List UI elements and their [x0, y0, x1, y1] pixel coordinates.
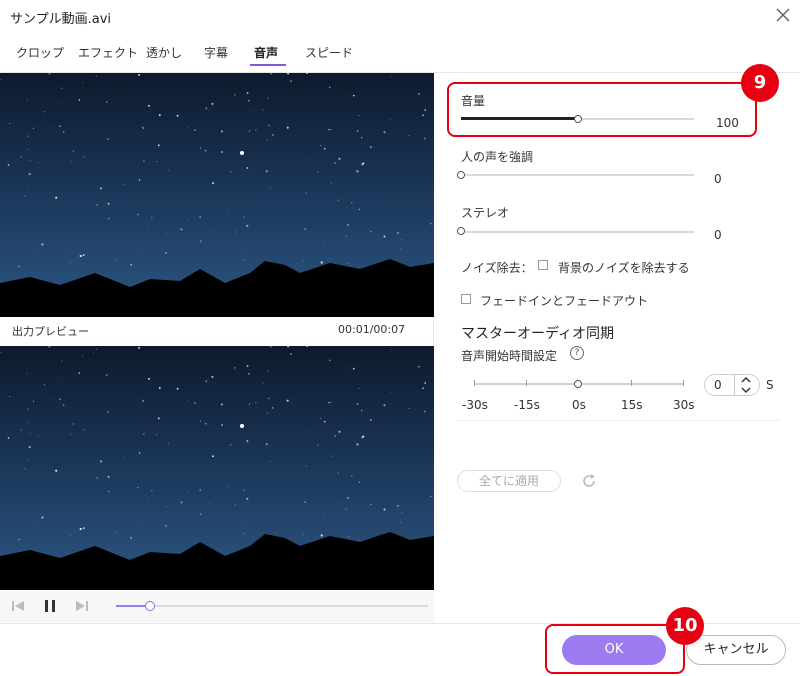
sync-tick [683, 380, 684, 386]
playback-bar [0, 592, 434, 622]
close-icon[interactable] [774, 6, 792, 24]
fade-label: フェードインとフェードアウト [480, 294, 649, 308]
sync-tick-label: 30s [673, 398, 695, 412]
offset-unit: S [766, 378, 774, 392]
timecode: 00:01/00:07 [338, 323, 406, 336]
playback-progress-track[interactable] [116, 605, 428, 607]
sync-tick-label: 15s [621, 398, 643, 412]
noise-removal-checkbox-label: 背景のノイズを除去する [558, 261, 690, 275]
voice-enhance-slider-track[interactable] [461, 174, 694, 176]
active-tab-indicator [250, 64, 286, 66]
original-preview [0, 73, 434, 317]
tab-crop[interactable]: クロップ [16, 44, 64, 61]
previous-frame-icon[interactable] [10, 598, 26, 614]
step-badge-9: 9 [741, 64, 779, 102]
tab-audio[interactable]: 音声 [254, 44, 278, 61]
window-title: サンプル動画.avi [10, 12, 112, 27]
sync-tick [631, 380, 632, 386]
voice-enhance-value: 0 [714, 172, 722, 186]
sync-slider-knob[interactable] [574, 380, 582, 388]
highlight-frame-volume [447, 82, 757, 137]
tab-speed[interactable]: スピード [305, 44, 353, 61]
next-frame-icon[interactable] [74, 598, 90, 614]
stereo-label: ステレオ [461, 206, 510, 220]
sync-tick [526, 380, 527, 386]
tab-watermark[interactable]: 透かし [146, 44, 182, 61]
noise-removal-label: ノイズ除去： [461, 261, 533, 275]
divider [457, 420, 779, 421]
fade-checkbox[interactable] [461, 294, 471, 304]
offset-value[interactable]: 0 [714, 378, 722, 392]
noise-removal-checkbox[interactable] [538, 260, 548, 270]
playback-progress-knob[interactable] [145, 601, 155, 611]
tab-effect[interactable]: エフェクト [78, 44, 138, 61]
highlight-frame-ok [545, 624, 685, 674]
sync-tick-label: 0s [572, 398, 586, 412]
output-preview [0, 346, 434, 590]
starry-night-image [0, 346, 434, 590]
sync-tick-label: -15s [514, 398, 540, 412]
voice-enhance-label: 人の声を強調 [461, 150, 534, 164]
divider [734, 374, 735, 396]
stereo-slider-knob[interactable] [457, 227, 465, 235]
apply-all-button[interactable]: 全てに適用 [457, 470, 561, 492]
chevron-up-icon[interactable] [740, 376, 752, 384]
reset-icon[interactable] [580, 472, 598, 490]
stereo-slider-track[interactable] [461, 231, 694, 233]
output-preview-label: 出力プレビュー [12, 325, 89, 338]
step-badge-10: 10 [666, 607, 704, 645]
pause-icon[interactable] [42, 598, 58, 614]
cancel-button[interactable]: キャンセル [686, 635, 786, 665]
master-sync-title: マスターオーディオ同期 [461, 326, 615, 342]
starry-night-image [0, 73, 434, 317]
chevron-down-icon[interactable] [740, 386, 752, 394]
voice-enhance-slider-knob[interactable] [457, 171, 465, 179]
master-sync-subtitle: 音声開始時間設定 [461, 349, 558, 363]
sync-tick [474, 380, 475, 386]
stereo-value: 0 [714, 228, 722, 242]
tab-subtitle[interactable]: 字幕 [204, 44, 228, 61]
help-icon[interactable]: ? [570, 346, 584, 360]
sync-tick-label: -30s [462, 398, 488, 412]
